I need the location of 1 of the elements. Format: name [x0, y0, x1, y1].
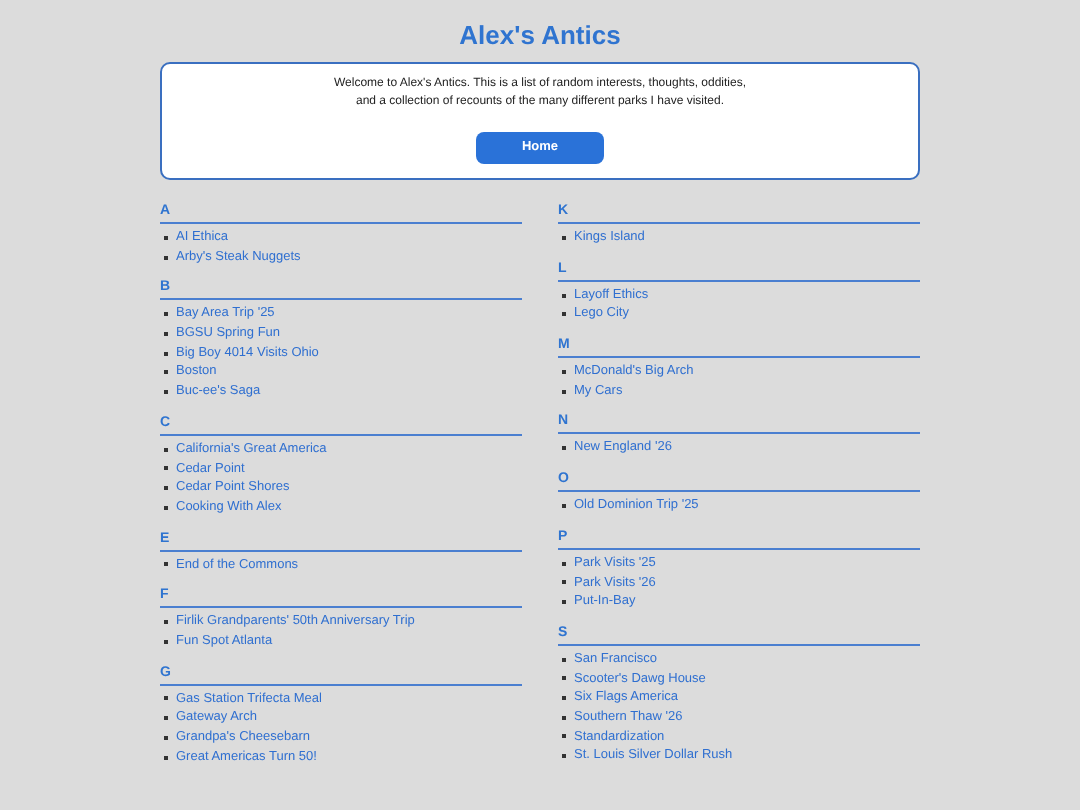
site-title: Alex's Antics [457, 20, 623, 52]
